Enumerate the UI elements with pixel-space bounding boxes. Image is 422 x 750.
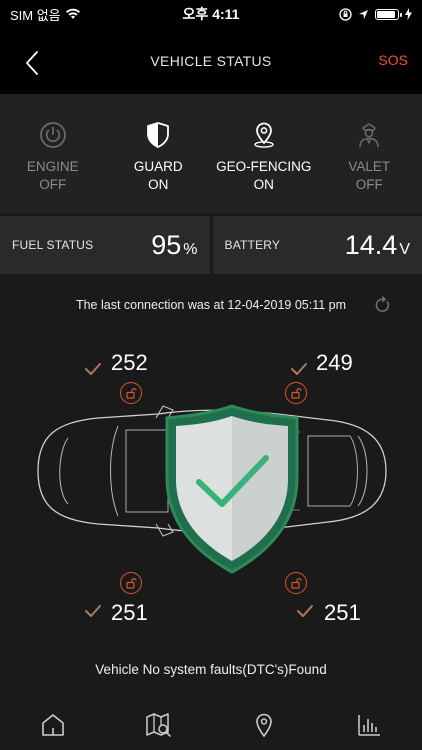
page-title: VEHICLE STATUS	[150, 53, 272, 69]
fuel-status-card: FUEL STATUS 95%	[0, 216, 210, 274]
status-bar: SIM 없음 오후 4:11	[0, 0, 422, 28]
fuel-status-label: FUEL STATUS	[12, 238, 94, 252]
engine-label-name: ENGINE	[26, 159, 79, 174]
rear-left-check-icon	[85, 605, 101, 617]
back-button[interactable]	[22, 50, 44, 76]
status-left: SIM 없음	[10, 5, 150, 24]
battery-card: BATTERY 14.4 V	[212, 216, 422, 274]
geo-fencing-label-name: GEO-FENCING	[216, 159, 312, 174]
rear-left-tire-pressure: 251	[111, 600, 148, 625]
mode-toggles: ENGINE OFF GUARD ON GEO-FENCING ON VALET…	[0, 94, 422, 214]
fuel-value-unit: %	[183, 240, 198, 258]
valet-label: VALET OFF	[348, 158, 390, 194]
front-left-check-icon	[85, 363, 101, 375]
valet-label-state: OFF	[355, 177, 383, 192]
unlock-icon	[126, 578, 137, 589]
battery-value-unit: V	[399, 240, 410, 258]
status-time: 오후 4:11	[182, 6, 240, 22]
rear-right-unlock-button[interactable]	[285, 572, 307, 594]
orientation-lock-icon	[339, 7, 352, 21]
guard-label: GUARD ON	[134, 158, 183, 194]
power-icon	[39, 122, 66, 148]
carrier-text: SIM 없음	[10, 7, 61, 23]
geo-fencing-label-state: ON	[253, 177, 274, 192]
home-tab-icon[interactable]	[39, 711, 67, 739]
battery-label: BATTERY	[224, 238, 281, 252]
rear-left-unlock-button[interactable]	[120, 572, 142, 594]
rear-right-check-icon	[297, 605, 313, 617]
sos-button[interactable]: SOS	[378, 52, 408, 68]
front-right-check-icon	[291, 363, 307, 375]
battery-value: 14.4 V	[345, 230, 410, 261]
fuel-value-number: 95	[151, 229, 182, 260]
valet-label-name: VALET	[348, 159, 391, 174]
guard-label-name: GUARD	[133, 159, 183, 174]
statistics-tab-icon[interactable]	[355, 711, 383, 739]
security-shield-icon	[165, 404, 299, 574]
last-connection-text: The last connection was at 12-04-2019 05…	[75, 298, 347, 312]
location-tab-icon[interactable]	[250, 711, 278, 739]
front-right-tire-pressure: 249	[316, 350, 353, 375]
rear-right-tire-pressure: 251	[324, 600, 361, 625]
engine-label-state: OFF	[39, 177, 67, 192]
charging-bolt-icon	[405, 8, 412, 20]
battery-fill	[377, 10, 396, 18]
bottom-tab-bar	[0, 700, 422, 750]
refresh-icon[interactable]	[374, 296, 392, 314]
guard-label-state: ON	[148, 177, 169, 192]
system-faults-text: Vehicle No system faults(DTC's)Found	[95, 662, 327, 677]
location-arrow-icon	[359, 9, 368, 19]
geo-fencing-label: GEO-FENCING ON	[216, 158, 311, 194]
guard-toggle[interactable]: GUARD ON	[106, 94, 212, 214]
shield-icon	[147, 122, 170, 148]
battery-indicator	[375, 8, 402, 20]
nav-bar: VEHICLE STATUS SOS	[0, 28, 422, 94]
front-left-tire-pressure: 252	[111, 350, 148, 375]
wifi-icon	[65, 8, 80, 19]
engine-toggle[interactable]: ENGINE OFF	[0, 94, 106, 214]
vehicle-info-row: FUEL STATUS 95% BATTERY 14.4 V	[0, 216, 422, 274]
valet-person-icon	[359, 123, 379, 148]
unlock-icon	[291, 578, 302, 589]
fuel-status-value: 95%	[151, 230, 197, 261]
engine-label: ENGINE OFF	[27, 158, 79, 194]
status-right	[272, 7, 412, 21]
geo-fencing-toggle[interactable]: GEO-FENCING ON	[211, 94, 317, 214]
valet-toggle[interactable]: VALET OFF	[317, 94, 422, 214]
map-search-tab-icon[interactable]	[144, 711, 172, 739]
map-pin-icon	[254, 122, 274, 148]
battery-value-number: 14.4	[344, 229, 398, 260]
